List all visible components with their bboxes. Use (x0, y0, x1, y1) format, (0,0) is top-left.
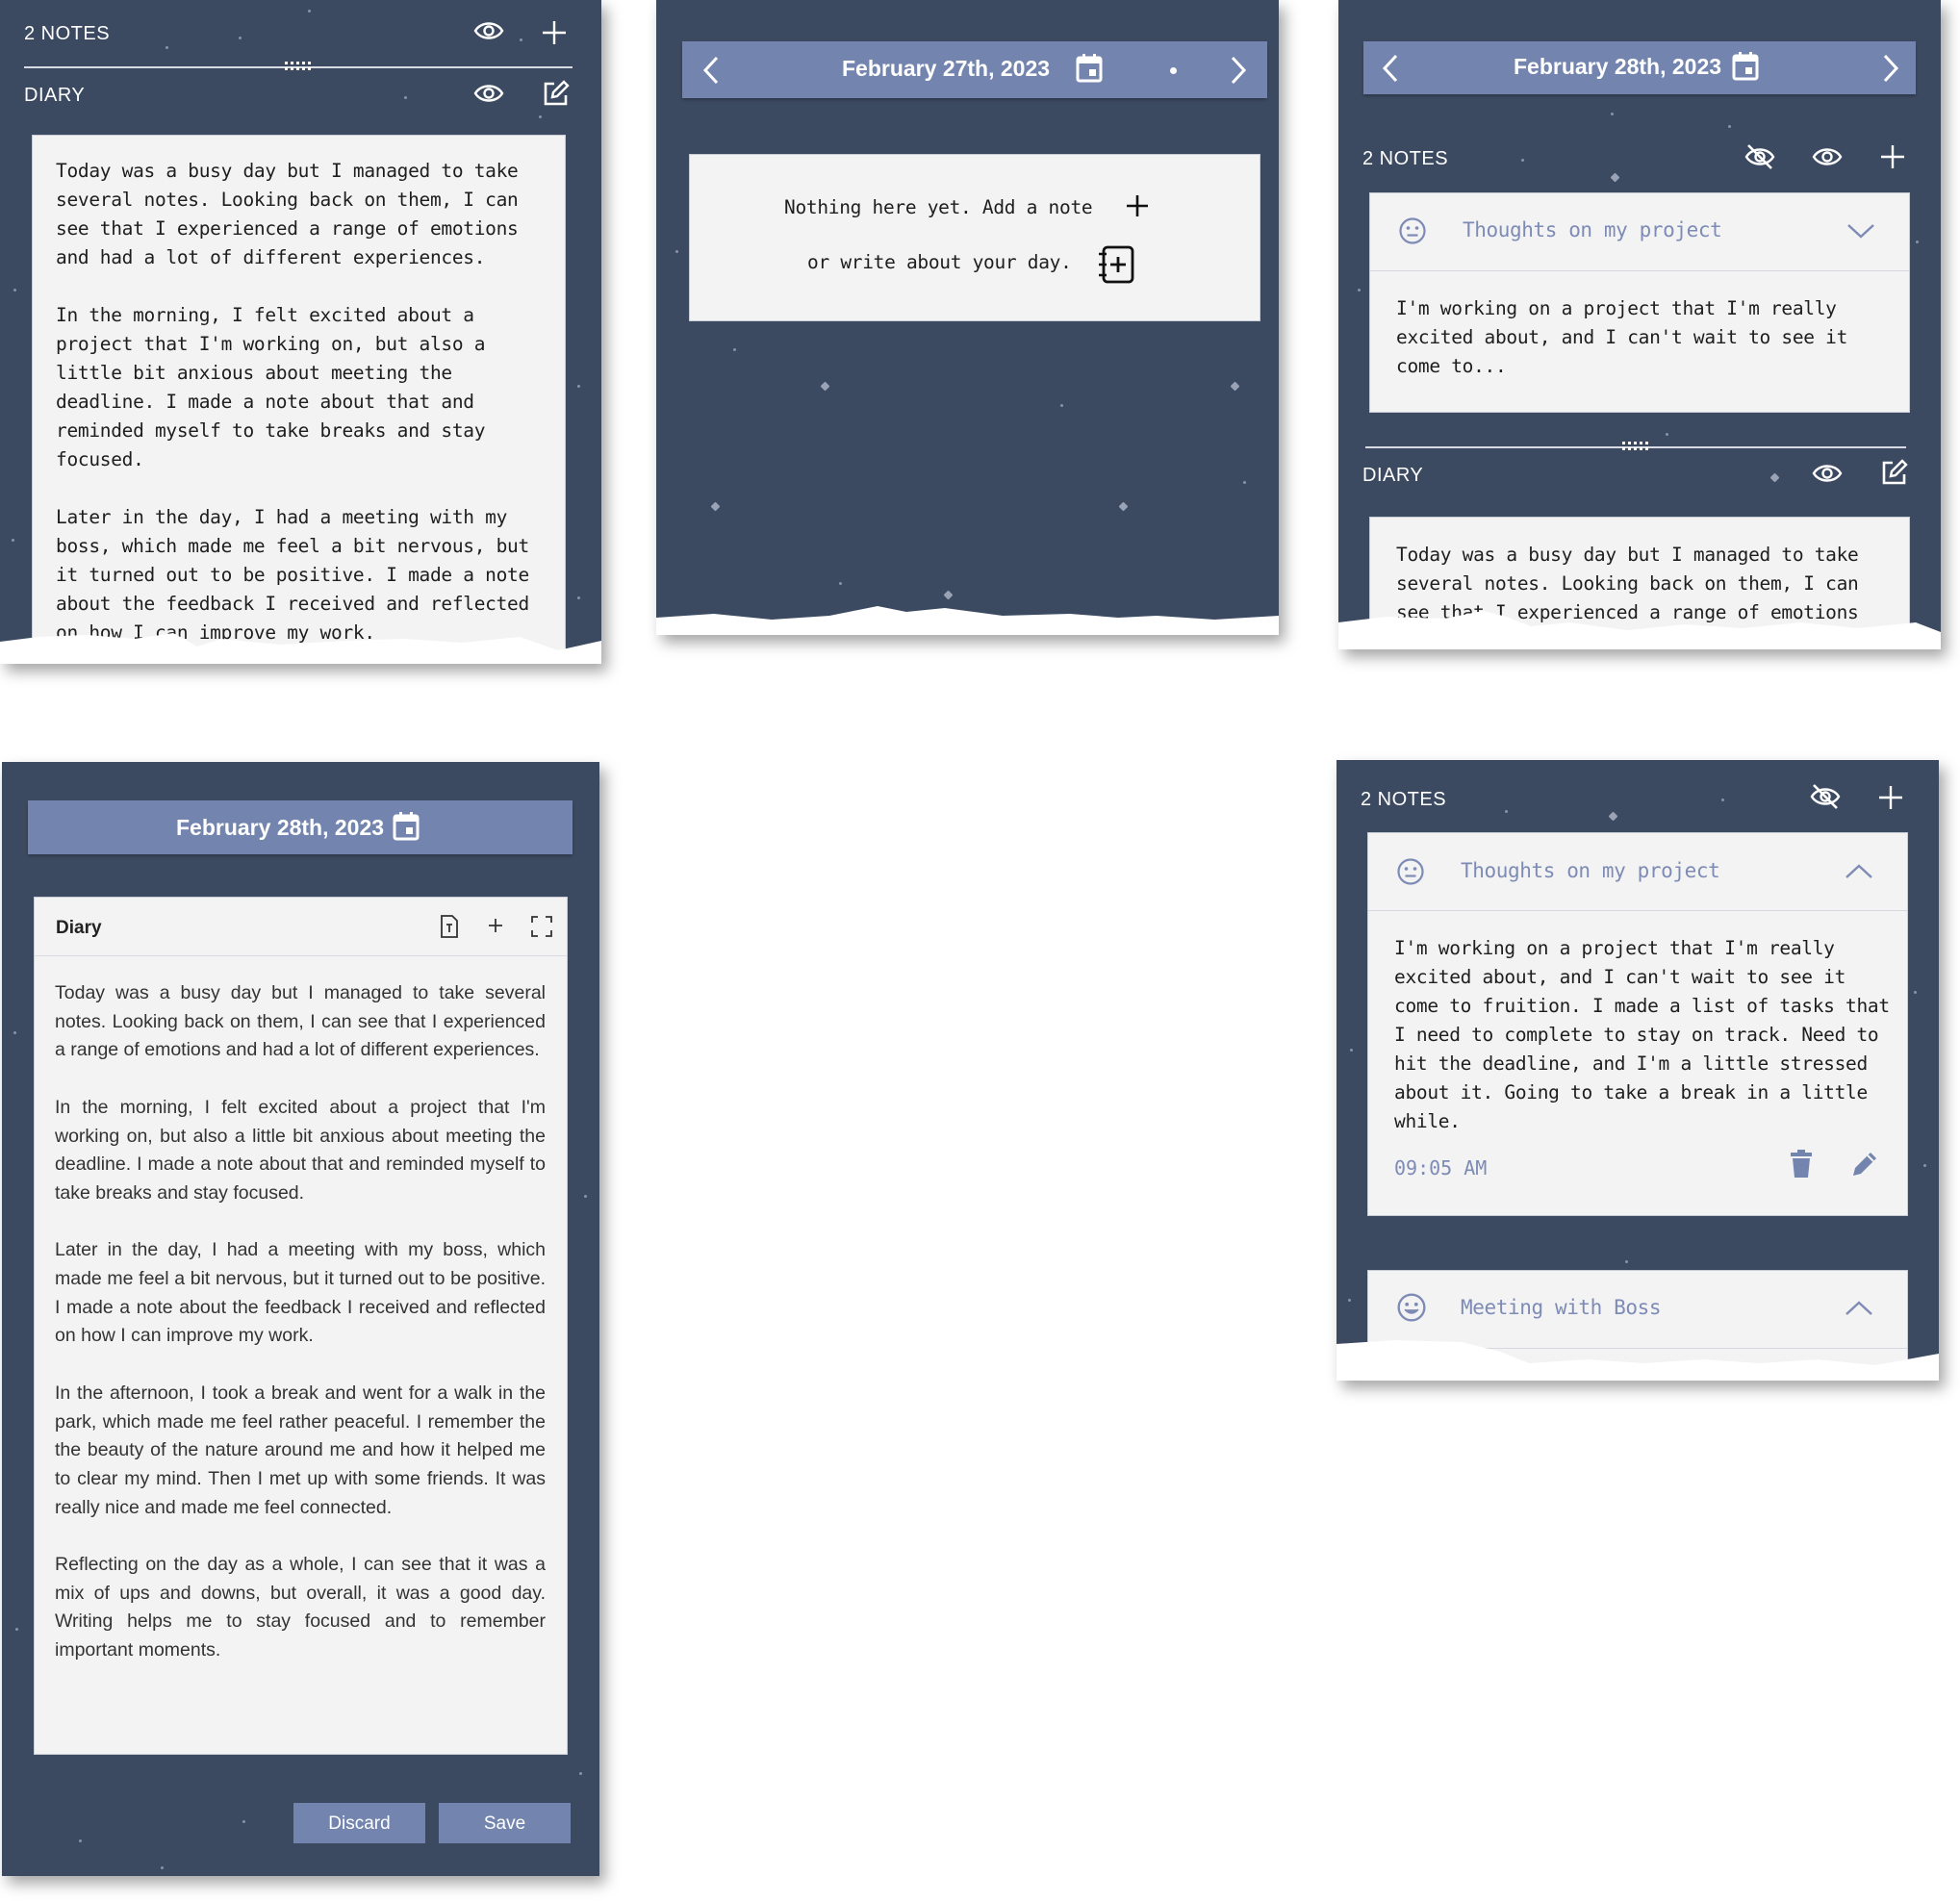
date-label[interactable]: February 27th, 2023 (842, 56, 1050, 82)
dot-indicator (1170, 67, 1177, 74)
chevron-left-icon[interactable] (1381, 54, 1400, 83)
note-preview: I'm working on a project that I'm really… (1396, 297, 1848, 377)
pencil-icon[interactable] (1849, 1149, 1880, 1179)
panel-notes-expanded: 2 NOTES Thoughts on my project I'm worki… (1336, 760, 1939, 1381)
date-label[interactable]: February 28th, 2023 (176, 815, 384, 841)
diary-paragraph: In the morning, I felt excited about a p… (56, 304, 486, 470)
trash-icon[interactable] (1790, 1150, 1813, 1179)
chevron-left-icon[interactable] (701, 56, 721, 85)
date-bar: February 27th, 2023 (682, 41, 1267, 98)
editor-paragraph: Later in the day, I had a meeting with m… (55, 1239, 546, 1347)
calendar-icon[interactable] (1075, 53, 1104, 84)
panel-empty-day: February 27th, 2023 Nothing here yet. Ad… (656, 0, 1279, 635)
note-card[interactable]: Thoughts on my project I'm working on a … (1369, 192, 1910, 413)
chevron-right-icon[interactable] (1229, 56, 1248, 85)
editor-paragraph: Today was a busy day but I managed to ta… (55, 982, 546, 1061)
editor-paragraph: In the morning, I felt excited about a p… (55, 1096, 546, 1204)
chevron-up-icon[interactable] (1845, 863, 1873, 880)
panel-day-overview: February 28th, 2023 2 NOTES Thoughts on … (1338, 0, 1941, 649)
add-icon[interactable] (487, 917, 504, 934)
smiley-happy-icon (1396, 1292, 1427, 1328)
torn-edge (1336, 1340, 1939, 1381)
note-card-header[interactable]: Thoughts on my project (1370, 193, 1909, 271)
note-timestamp: 09:05 AM (1394, 1156, 1488, 1179)
diary-section-header: DIARY (1362, 465, 1424, 486)
chevron-up-icon[interactable] (1845, 1300, 1873, 1317)
resize-grip-icon[interactable] (285, 62, 312, 73)
empty-state-line2: or write about your day. (807, 251, 1072, 273)
resize-grip-icon[interactable] (1622, 442, 1649, 453)
torn-edge (656, 606, 1279, 635)
smiley-neutral-icon (1398, 216, 1427, 250)
diary-editor[interactable]: Diary Today was a busy day but I managed… (34, 897, 568, 1755)
note-title: Meeting with Boss (1461, 1296, 1662, 1319)
date-label[interactable]: February 28th, 2023 (1514, 54, 1721, 80)
add-note-icon[interactable] (1125, 193, 1150, 218)
date-bar: February 28th, 2023 (28, 800, 573, 854)
template-icon[interactable] (439, 914, 460, 939)
editor-paragraph: Reflecting on the day as a whole, I can … (55, 1554, 546, 1661)
diary-section-header: DIARY (24, 85, 86, 106)
eye-off-icon[interactable] (1810, 783, 1841, 810)
notes-section-header: 2 NOTES (24, 23, 111, 44)
add-note-icon[interactable] (1877, 784, 1904, 811)
note-body: I'm working on a project that I'm really… (1394, 937, 1890, 1132)
add-note-icon[interactable] (1879, 143, 1906, 170)
discard-button[interactable]: Discard (293, 1803, 425, 1843)
add-diary-icon[interactable] (1096, 244, 1136, 285)
empty-state-card: Nothing here yet. Add a note or write ab… (689, 154, 1260, 321)
eye-icon[interactable] (473, 19, 504, 42)
calendar-icon[interactable] (1731, 51, 1760, 82)
smiley-neutral-icon (1396, 857, 1425, 891)
add-note-icon[interactable] (541, 19, 568, 46)
torn-edge (0, 633, 601, 664)
calendar-icon[interactable] (392, 811, 420, 842)
eye-icon[interactable] (473, 82, 504, 105)
save-button[interactable]: Save (439, 1803, 571, 1843)
edit-diary-icon[interactable] (1879, 459, 1908, 488)
torn-edge (1338, 611, 1941, 649)
edit-diary-icon[interactable] (541, 80, 570, 109)
panel-diary-view: 2 NOTES DIARY Today was a busy day but I… (0, 0, 601, 664)
note-title: Thoughts on my project (1463, 218, 1722, 241)
eye-off-icon[interactable] (1744, 143, 1775, 170)
note-title: Thoughts on my project (1461, 859, 1720, 882)
fullscreen-icon[interactable] (530, 915, 553, 938)
diary-paragraph: Today was a busy day but I managed to ta… (56, 160, 519, 268)
note-card-expanded[interactable]: Thoughts on my project I'm working on a … (1367, 832, 1908, 1216)
empty-state-line1: Nothing here yet. Add a note (784, 196, 1093, 218)
panel-diary-editor: February 28th, 2023 Diary Today was a bu… (2, 762, 599, 1876)
notes-section-header: 2 NOTES (1362, 148, 1449, 169)
eye-icon[interactable] (1812, 145, 1843, 168)
date-bar: February 28th, 2023 (1363, 41, 1916, 94)
editor-title: Diary (56, 918, 102, 938)
notes-section-header: 2 NOTES (1361, 789, 1447, 810)
chevron-right-icon[interactable] (1881, 54, 1900, 83)
note-card-header[interactable]: Thoughts on my project (1368, 833, 1907, 911)
chevron-down-icon[interactable] (1846, 222, 1875, 240)
editor-toolbar: Diary (35, 898, 567, 956)
editor-body[interactable]: Today was a busy day but I managed to ta… (55, 979, 546, 1694)
editor-paragraph: In the afternoon, I took a break and wen… (55, 1382, 546, 1518)
diary-card[interactable]: Today was a busy day but I managed to ta… (32, 135, 566, 664)
eye-icon[interactable] (1812, 462, 1843, 485)
